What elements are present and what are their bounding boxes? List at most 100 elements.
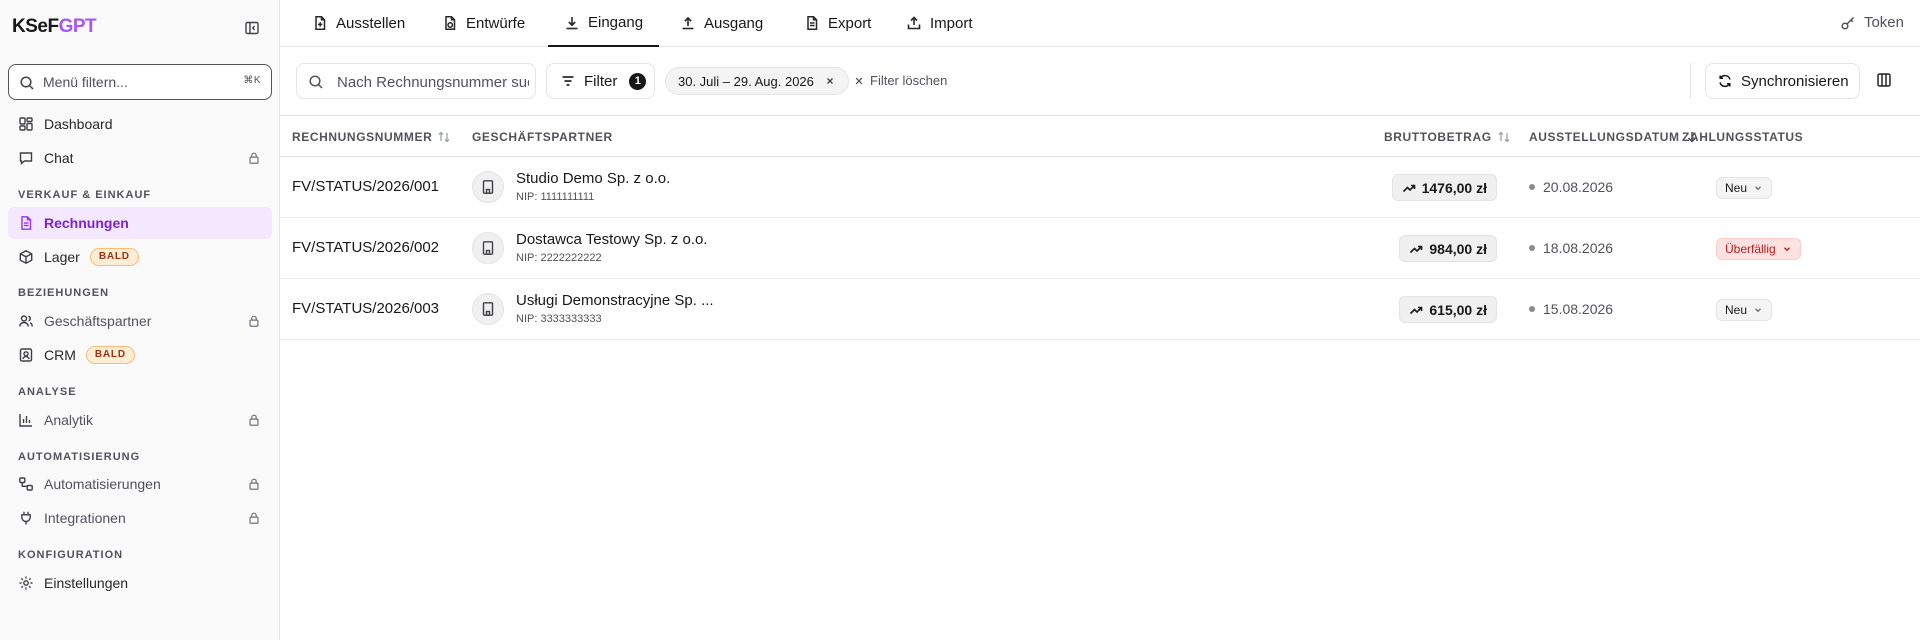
- building-icon: [472, 293, 504, 325]
- status-dot: [1529, 245, 1535, 251]
- file-text-icon: [18, 215, 34, 231]
- tab-label: Import: [930, 14, 973, 32]
- sidebar-item-inventory[interactable]: Lager BALD: [8, 241, 272, 273]
- filter-icon: [560, 73, 576, 89]
- payment-status-dropdown[interactable]: Neu: [1716, 177, 1773, 199]
- issue-date: 15.08.2026: [1529, 301, 1613, 317]
- date-range-chip[interactable]: 30. Juli – 29. Aug. 2026: [665, 67, 849, 95]
- date-value: 18.08.2026: [1543, 240, 1614, 256]
- sidebar-item-label: Einstellungen: [44, 575, 129, 591]
- draft-icon: [442, 15, 458, 31]
- status-dot: [1529, 306, 1535, 312]
- tab-label: Ausstellen: [336, 14, 406, 32]
- filter-button[interactable]: Filter 1: [546, 63, 655, 99]
- building-icon: [472, 171, 504, 203]
- clear-filters-label: Filter löschen: [870, 73, 948, 88]
- column-label: AUSSTELLUNGSDATUM: [1529, 130, 1680, 144]
- gross-amount: 984,00 zł: [1399, 235, 1497, 262]
- tab-import[interactable]: Import: [906, 0, 973, 46]
- trending-up-icon: [1402, 181, 1416, 195]
- sidebar-item-label: Dashboard: [44, 116, 113, 132]
- tab-issue[interactable]: Ausstellen: [312, 0, 405, 46]
- partner-nip: NIP: 1111111111: [516, 191, 595, 203]
- search-icon: [308, 74, 324, 90]
- sidebar-item-chat[interactable]: Chat: [8, 142, 272, 174]
- sidebar-item-automations[interactable]: Automatisierungen: [8, 468, 272, 500]
- invoice-number[interactable]: FV/STATUS/2026/003: [292, 300, 439, 317]
- clear-filters-button[interactable]: Filter löschen: [854, 73, 947, 88]
- search-icon: [19, 75, 35, 91]
- payment-status-dropdown[interactable]: Neu: [1716, 299, 1773, 321]
- columns-icon[interactable]: [1875, 71, 1893, 89]
- lock-icon: [246, 150, 262, 166]
- tab-export[interactable]: Export: [804, 0, 871, 46]
- workflow-icon: [18, 476, 34, 492]
- table-row[interactable]: FV/STATUS/2026/003 Usługi Demonstracyjne…: [280, 279, 1920, 340]
- menu-filter-input[interactable]: [43, 72, 223, 92]
- amount-value: 1476,00 zł: [1421, 179, 1487, 196]
- sidebar-item-dashboard[interactable]: Dashboard: [8, 108, 272, 140]
- sidebar-item-label: Automatisierungen: [44, 476, 161, 492]
- invoice-number[interactable]: FV/STATUS/2026/001: [292, 178, 439, 195]
- message-icon: [18, 150, 34, 166]
- menu-filter-field[interactable]: ⌘K: [8, 64, 272, 100]
- section-label-sales: VERKAUF & EINKAUF: [18, 189, 152, 201]
- sidebar-item-label: Chat: [44, 150, 74, 166]
- sidebar-item-partners[interactable]: Geschäftspartner: [8, 305, 272, 337]
- sync-button[interactable]: Synchronisieren: [1705, 63, 1860, 99]
- column-header-payment-status: ZAHLUNGSSTATUS: [1682, 130, 1803, 144]
- toolbar-divider: [1690, 63, 1691, 99]
- tab-inbox[interactable]: Eingang: [548, 0, 660, 47]
- sidebar-item-analytics[interactable]: Analytik: [8, 404, 272, 436]
- sort-icon: [437, 130, 451, 144]
- table-row[interactable]: FV/STATUS/2026/001 Studio Demo Sp. z o.o…: [280, 157, 1920, 218]
- status-label: Neu: [1725, 181, 1748, 195]
- table-header: RECHNUNGSNUMMER GESCHÄFTSPARTNER BRUTTOB…: [280, 116, 1920, 157]
- sidebar-item-label: CRM: [44, 347, 76, 363]
- column-header-gross-amount[interactable]: BRUTTOBETRAG: [1384, 130, 1511, 144]
- partner-name: Usługi Demonstracyjne Sp. ...: [516, 292, 714, 309]
- building-icon: [472, 232, 504, 264]
- sidebar-collapse-icon[interactable]: [242, 18, 262, 38]
- invoice-number[interactable]: FV/STATUS/2026/002: [292, 239, 439, 256]
- date-range-label: 30. Juli – 29. Aug. 2026: [678, 73, 814, 89]
- column-header-invoice-number[interactable]: RECHNUNGSNUMMER: [292, 130, 451, 144]
- invoice-search-input[interactable]: [337, 72, 529, 92]
- lock-icon: [246, 510, 262, 526]
- upload-icon: [680, 15, 696, 31]
- column-label: BRUTTOBETRAG: [1384, 130, 1492, 144]
- amount-value: 984,00 zł: [1429, 240, 1487, 257]
- payment-status-dropdown[interactable]: Überfällig: [1716, 238, 1801, 260]
- refresh-icon: [1717, 73, 1733, 89]
- table-row[interactable]: FV/STATUS/2026/002 Dostawca Testowy Sp. …: [280, 218, 1920, 279]
- sidebar-item-settings[interactable]: Einstellungen: [8, 567, 272, 599]
- amount-value: 615,00 zł: [1429, 301, 1487, 318]
- top-tabs: Ausstellen Entwürfe Eingang Ausgang Expo…: [280, 0, 1920, 47]
- close-icon[interactable]: [824, 75, 836, 87]
- column-header-issue-date[interactable]: AUSSTELLUNGSDATUM: [1529, 130, 1699, 144]
- package-icon: [18, 249, 34, 265]
- sidebar-item-integrations[interactable]: Integrationen: [8, 502, 272, 534]
- chevron-down-icon: [1753, 183, 1763, 193]
- sidebar-item-label: Integrationen: [44, 510, 126, 526]
- lock-icon: [246, 313, 262, 329]
- column-label: RECHNUNGSNUMMER: [292, 130, 433, 144]
- tab-outbox[interactable]: Ausgang: [680, 0, 763, 46]
- tab-label: Ausgang: [704, 14, 764, 32]
- coming-soon-badge: BALD: [89, 248, 139, 266]
- app-logo[interactable]: KSeFGPT: [12, 16, 97, 38]
- sidebar: KSeFGPT ⌘K Dashboard Chat VERKAUF & EINK…: [0, 0, 280, 640]
- token-button[interactable]: Token: [1840, 14, 1904, 31]
- column-label: ZAHLUNGSSTATUS: [1682, 130, 1804, 144]
- trending-up-icon: [1409, 303, 1423, 317]
- sidebar-item-invoices[interactable]: Rechnungen: [8, 207, 272, 239]
- key-icon: [1840, 15, 1856, 31]
- partner-nip: NIP: 2222222222: [516, 252, 602, 264]
- sidebar-item-crm[interactable]: CRM BALD: [8, 339, 272, 371]
- tab-drafts[interactable]: Entwürfe: [442, 0, 525, 46]
- tab-label: Entwürfe: [466, 14, 526, 32]
- invoice-search-field[interactable]: [296, 63, 536, 99]
- coming-soon-badge: BALD: [85, 346, 135, 364]
- gross-amount: 1476,00 zł: [1391, 174, 1497, 201]
- sidebar-item-label: Analytik: [44, 412, 94, 428]
